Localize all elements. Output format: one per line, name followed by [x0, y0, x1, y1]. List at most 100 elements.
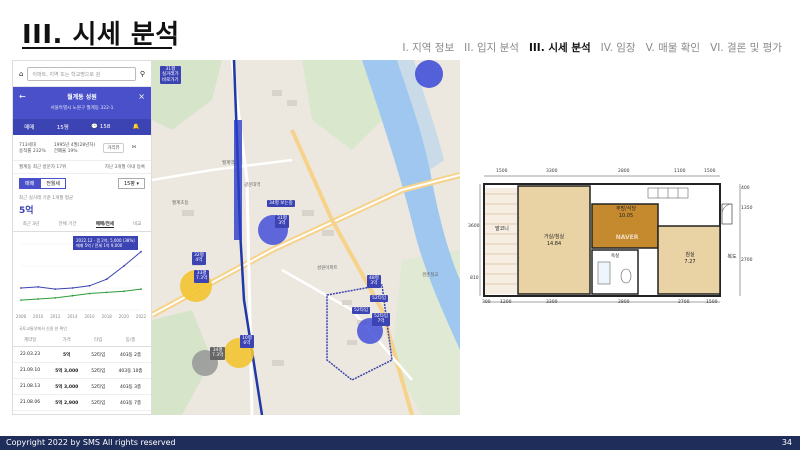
table-row[interactable]: 21.07.295억 50052타입404동 6층 — [13, 410, 151, 414]
chart-note: 국토교통부에서 신용 한 확인 — [19, 326, 67, 331]
chart-tooltip: 2022.12 · 갭 2억, 5,000 (38%) 매매 5억 / 전세 1… — [73, 236, 138, 251]
price-bubble-top[interactable] — [415, 60, 443, 88]
chart-tab-compare[interactable]: 비교 — [133, 221, 141, 228]
table-cell: 52타입 — [86, 410, 111, 414]
map-pin-5[interactable]: 34평 7.3억 — [210, 347, 226, 360]
complex-header: ← 월계동 성원 서울특별시 노원구 월계동 322-1 × — [13, 87, 151, 119]
comment-count[interactable]: 💬 158 — [91, 124, 110, 130]
map-pin-9[interactable]: 52타입 — [352, 307, 371, 315]
room-living-area: 14.84 — [546, 240, 562, 247]
room-kitchen: 주방/식당 10.05 — [598, 206, 654, 219]
size-select[interactable]: 15평 ▾ — [117, 178, 145, 189]
chart-point — [37, 298, 40, 300]
search-icon[interactable]: ⚲ — [140, 70, 145, 78]
coverage-ratio: 건폐율 19% — [53, 148, 78, 154]
chart-point — [37, 286, 40, 288]
col-price: 가격 — [47, 334, 87, 347]
map-label-bridge: 경춘철교 — [422, 273, 439, 278]
complex-info: 713세대 용적률 232% 1995년 4월(28년차) 건폐율 19% 거리… — [13, 135, 151, 161]
nav-item-1[interactable]: I. 지역 정보 — [402, 40, 454, 55]
room-bath: 욕실 — [596, 254, 634, 260]
home-icon[interactable]: ⌂ — [19, 70, 23, 78]
recent-price-label: 최근 실거래 기준 1개월 평균 — [19, 196, 74, 201]
col-unit: 동/층 — [110, 334, 151, 347]
station-tag[interactable]: 31평 실거래가 바로가기 — [160, 66, 181, 85]
map-view[interactable]: 31평 3억 34평 보는중 33평 7.3억 32평 4억 34평 7.3억 … — [152, 60, 460, 415]
share-icon[interactable]: ⋈ — [132, 145, 137, 150]
dim-bottom-5: 2700 — [678, 300, 690, 305]
nav-item-4[interactable]: IV. 임장 — [601, 40, 636, 55]
ranking-text: 월계동 최근 방문자 17위 — [19, 165, 67, 170]
dim-left-1: 3600 — [468, 224, 480, 229]
footer: Copyright 2022 by SMS All rights reserve… — [0, 436, 800, 450]
back-icon[interactable]: ← — [19, 92, 26, 101]
trade-tab[interactable]: 매매 — [24, 123, 34, 131]
room-balcony-name: 발코니 — [495, 226, 509, 232]
chart-tab-3y[interactable]: 최근 3년 — [23, 221, 40, 228]
map-pin-1[interactable]: 31평 3억 — [275, 215, 289, 228]
map-pin-2[interactable]: 34평 보는중 — [267, 200, 295, 208]
nav-item-2[interactable]: II. 입지 분석 — [464, 40, 519, 55]
chart-point — [71, 287, 74, 289]
recent-price-value: 5억 — [19, 206, 34, 216]
room-corridor: 복도 — [722, 254, 742, 261]
table-row[interactable]: 21.08.13 5억 3,000 52타입 403동 3층 — [13, 378, 151, 395]
dim-right-3: 2700 — [741, 258, 753, 263]
built-year: 1995년 4월(28년차) — [53, 142, 96, 148]
ranking-note: 지난 3개월 이내 등록 — [104, 165, 145, 170]
map-label-kwangwoon: 광운대역 — [244, 183, 261, 188]
toggle-lease[interactable]: 전월세 — [40, 178, 67, 189]
nav-item-3-active[interactable]: III. 시세 분석 — [529, 40, 591, 55]
map-pin-6[interactable]: 10평 6억 — [240, 335, 254, 348]
map-pin-10[interactable]: 52타입 7억 — [372, 313, 391, 326]
map-pin-7[interactable]: 48평 3억 — [367, 275, 381, 288]
chart-x-tick: 2014 — [67, 314, 78, 319]
chart-series-lease — [20, 288, 142, 301]
bell-icon[interactable]: 🔔 — [133, 124, 140, 130]
chart-point — [20, 287, 22, 289]
table-cell: 5억 3,000 — [47, 378, 87, 395]
size-tab[interactable]: 15평 — [57, 123, 69, 131]
chart-point — [140, 250, 142, 253]
table-cell: 5억 500 — [47, 410, 87, 414]
toggle-trade[interactable]: 매매 — [19, 178, 41, 189]
chart-x-tick: 2020 — [119, 314, 130, 319]
map-pin-4[interactable]: 32평 4억 — [192, 252, 206, 265]
table-row[interactable]: 21.08.06 5억 2,900 52타입 403동 7층 — [13, 394, 151, 411]
chart-tab-all[interactable]: 전체 기간 — [59, 221, 77, 228]
chart-x-tick: 2010 — [33, 314, 44, 319]
chart-x-tick: 2008 — [16, 314, 27, 319]
nav-item-5[interactable]: V. 매물 확인 — [646, 40, 700, 55]
search-input[interactable]: 아파트, 지역 또는 학교명으로 검 — [27, 66, 136, 81]
distance-view-button[interactable]: 거리뷰 — [103, 142, 124, 153]
map-label-school: 월계초등 — [172, 201, 189, 206]
table-cell: 403동 10층 — [110, 362, 151, 379]
dim-right-2: 1350 — [741, 206, 753, 211]
dim-bottom-4: 2800 — [618, 300, 630, 305]
chart-point — [140, 288, 142, 290]
map-pin-8[interactable]: 52타입 — [370, 295, 389, 303]
map-pin-3[interactable]: 33평 7.3억 — [194, 270, 210, 283]
room-bedroom: 침실 7.27 — [662, 252, 718, 265]
floor-plan: 1500 3300 2800 1100 1500 300 1200 3300 2… — [468, 164, 753, 310]
dim-top-1: 1500 — [496, 169, 508, 174]
close-icon[interactable]: × — [138, 92, 145, 101]
chart-x-tick: 2016 — [84, 314, 95, 319]
table-row[interactable]: 22.03.23 5억 52타입 403동 2층 — [13, 346, 151, 363]
dim-top-2: 3300 — [546, 169, 558, 174]
chart-point — [20, 299, 22, 301]
table-row[interactable]: 21.09.10 5억 3,000 52타입 403동 10층 — [13, 362, 151, 379]
chart-point — [88, 284, 91, 287]
app-search-bar: ⌂ 아파트, 지역 또는 학교명으로 검 ⚲ — [13, 61, 151, 87]
table-cell: 5억 3,000 — [47, 362, 87, 379]
chart-x-tick: 2018 — [102, 314, 113, 319]
room-balcony: 발코니 — [488, 226, 516, 233]
chart-x-tick: 2012 — [50, 314, 61, 319]
chart-point — [105, 278, 108, 281]
chart-tab-trade-lease[interactable]: 매매/전세 — [95, 221, 114, 228]
nav-item-6[interactable]: VI. 결론 및 평가 — [710, 40, 782, 55]
dim-top-3: 2800 — [618, 169, 630, 174]
table-cell: 403동 3층 — [110, 378, 151, 395]
table-cell: 403동 2층 — [110, 346, 151, 363]
dim-bottom-3: 3300 — [546, 300, 558, 305]
